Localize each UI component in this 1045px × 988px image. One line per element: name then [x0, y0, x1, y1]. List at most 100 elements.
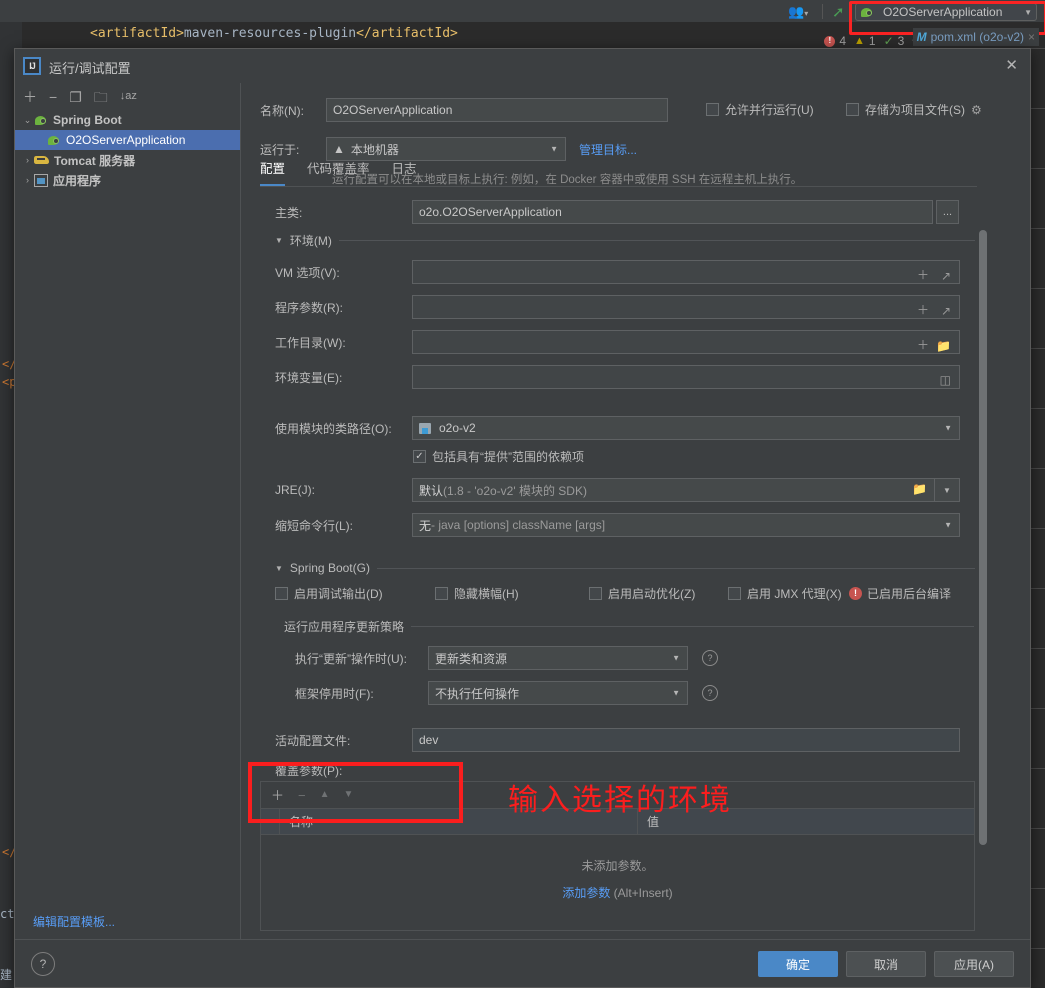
tabs-underline [260, 186, 977, 187]
edit-configuration-templates-link[interactable]: 编辑配置模板... [33, 913, 115, 930]
main-class-input[interactable]: o2o.O2OServerApplication [412, 200, 933, 224]
ok-button[interactable]: 确定 [758, 951, 838, 977]
error-icon: ! [849, 587, 862, 600]
triangle-down-icon[interactable]: ▼ [275, 564, 283, 573]
tree-item-tomcat-server[interactable]: › Tomcat 服务器 [15, 150, 240, 170]
copy-configuration-button[interactable]: ❐ [69, 90, 82, 104]
code-text: maven-resources-plugin [183, 26, 357, 41]
sidebar-toolbar: ＋ − ❐ 🗀 ↓az [15, 83, 240, 110]
check-icon: ✓ [883, 34, 894, 48]
tree-item-o2oserverapplication[interactable]: O2OServerApplication [15, 130, 240, 150]
checkbox-box[interactable]: ✓ [413, 450, 426, 463]
module-classpath-row: 使用模块的类路径(O): o2o-v2 ▼ [275, 416, 960, 440]
spring-boot-section-header[interactable]: ▼ Spring Boot(G) [275, 561, 975, 575]
tree-item-spring-boot[interactable]: ⌄ Spring Boot [15, 110, 240, 130]
parameters-table-header: 名称 值 [261, 809, 974, 835]
checkbox-box[interactable] [275, 587, 288, 600]
enable-jmx-agent-checkbox[interactable]: 启用 JMX 代理(X) [728, 585, 842, 602]
manage-targets-link[interactable]: 管理目标... [579, 141, 637, 158]
tab-code-coverage[interactable]: 代码覆盖率 [307, 158, 370, 186]
main-class-browse-button[interactable]: ... [936, 200, 959, 224]
shorten-command-line-combobox[interactable]: 无 - java [options] className [args] ▼ [412, 513, 960, 537]
people-icon[interactable]: 👥▾ [788, 4, 808, 20]
checkbox-box[interactable] [589, 587, 602, 600]
add-icon[interactable]: ＋ [917, 334, 929, 356]
chevron-right-icon[interactable]: › [21, 175, 34, 185]
remove-param-button[interactable]: − [298, 789, 306, 802]
help-button[interactable]: ? [31, 952, 55, 976]
chevron-down-icon[interactable]: ⌄ [21, 115, 34, 126]
toolbar-divider [822, 4, 823, 19]
active-profiles-input[interactable]: dev [412, 728, 960, 752]
on-frame-deactivation-combobox[interactable]: 不执行任何操作 ▼ [428, 681, 688, 705]
list-icon[interactable]: ◫ [940, 369, 951, 391]
checkbox-box[interactable] [728, 587, 741, 600]
add-parameter-link[interactable]: 添加参数 [562, 886, 610, 900]
name-input[interactable]: O2OServerApplication [326, 98, 668, 122]
new-folder-button[interactable]: 🗀 [94, 90, 108, 104]
maven-icon: M [916, 30, 927, 44]
sort-configurations-button[interactable]: ↓az [120, 91, 137, 102]
tree-item-label: O2OServerApplication [66, 133, 186, 147]
hide-banner-checkbox[interactable]: 隐藏横幅(H) [435, 585, 519, 602]
active-profiles-label: 活动配置文件: [275, 733, 351, 748]
move-param-up-button[interactable]: ▲ [320, 790, 330, 800]
apply-button[interactable]: 应用(A) [934, 951, 1014, 977]
tab-logs[interactable]: 日志 [392, 158, 417, 186]
store-as-project-file-label: 存储为项目文件(S) [865, 103, 965, 117]
expand-icon[interactable]: ↗ [941, 265, 951, 287]
jre-combobox[interactable]: 默认 (1.8 - 'o2o-v2' 模块的 SDK) 📁 ▼ [412, 478, 960, 502]
enable-jmx-agent-label: 启用 JMX 代理(X) [747, 587, 842, 601]
checkbox-box[interactable] [846, 103, 859, 116]
dialog-footer: ? 确定 取消 应用(A) [15, 939, 1030, 987]
environment-variables-input[interactable]: ◫ [412, 365, 960, 389]
chevron-down-icon: ▼ [672, 653, 680, 663]
column-header-name[interactable]: 名称 [280, 809, 638, 834]
enable-launch-optimization-checkbox[interactable]: 启用启动优化(Z) [589, 585, 695, 602]
checkbox-box[interactable] [706, 103, 719, 116]
background-compile-warning: ! 已启用后台编译 [849, 585, 951, 602]
tab-configuration[interactable]: 配置 [260, 158, 286, 186]
vm-options-input[interactable]: ＋ ↗ [412, 260, 960, 284]
working-directory-input[interactable]: ＋ 📁 [412, 330, 960, 354]
on-update-action-combobox[interactable]: 更新类和资源 ▼ [428, 646, 688, 670]
chevron-down-icon[interactable]: ▼ [934, 479, 959, 501]
module-classpath-combobox[interactable]: o2o-v2 ▼ [412, 416, 960, 440]
chevron-right-icon[interactable]: › [21, 155, 34, 165]
spring-boot-icon [860, 5, 874, 19]
parameters-add-row: 添加参数 (Alt+Insert) [261, 874, 974, 901]
program-arguments-input[interactable]: ＋ ↗ [412, 295, 960, 319]
run-arrow-icon[interactable]: ➚ [832, 3, 845, 21]
run-configuration-selector[interactable]: O2OServerApplication ▼ [855, 3, 1037, 21]
editor-tab-pom-xml[interactable]: M pom.xml (o2o-v2) × [912, 28, 1039, 46]
include-provided-scope-label: 包括具有“提供”范围的依赖项 [432, 450, 584, 464]
add-icon[interactable]: ＋ [917, 264, 929, 286]
include-provided-scope-checkbox[interactable]: ✓ 包括具有“提供”范围的依赖项 [413, 448, 584, 465]
on-frame-deactivation-value: 不执行任何操作 [435, 686, 520, 701]
code-fragment-5: 建 [0, 968, 13, 982]
cancel-button[interactable]: 取消 [846, 951, 926, 977]
add-configuration-button[interactable]: ＋ [23, 90, 37, 104]
column-header-value[interactable]: 值 [638, 809, 974, 834]
main-panel-scrollbar[interactable] [979, 230, 987, 845]
add-icon[interactable]: ＋ [917, 299, 929, 321]
expand-icon[interactable]: ↗ [941, 300, 951, 322]
add-param-button[interactable]: ＋ [271, 789, 284, 802]
folder-icon[interactable]: 📁 [936, 335, 951, 357]
environment-section-header[interactable]: ▼ 环境(M) [275, 232, 975, 249]
store-as-project-file-checkbox[interactable]: 存储为项目文件(S) ⚙ [846, 101, 982, 118]
help-icon[interactable]: ? [702, 650, 718, 666]
inspection-status-strip[interactable]: ! 4 ▲ 1 ✓ 3 ^ v [824, 34, 927, 48]
close-icon[interactable]: × [1028, 30, 1035, 44]
allow-parallel-run-checkbox[interactable]: 允许并行运行(U) [706, 101, 814, 118]
move-param-down-button[interactable]: ▼ [344, 790, 354, 800]
help-icon[interactable]: ? [702, 685, 718, 701]
folder-icon[interactable]: 📁 [912, 482, 927, 496]
close-icon[interactable]: ✕ [1005, 56, 1018, 74]
gear-icon[interactable]: ⚙ [971, 103, 982, 117]
triangle-down-icon[interactable]: ▼ [275, 236, 283, 245]
enable-debug-output-checkbox[interactable]: 启用调试输出(D) [275, 585, 383, 602]
tree-item-application[interactable]: › 应用程序 [15, 170, 240, 190]
remove-configuration-button[interactable]: − [49, 90, 57, 104]
checkbox-box[interactable] [435, 587, 448, 600]
